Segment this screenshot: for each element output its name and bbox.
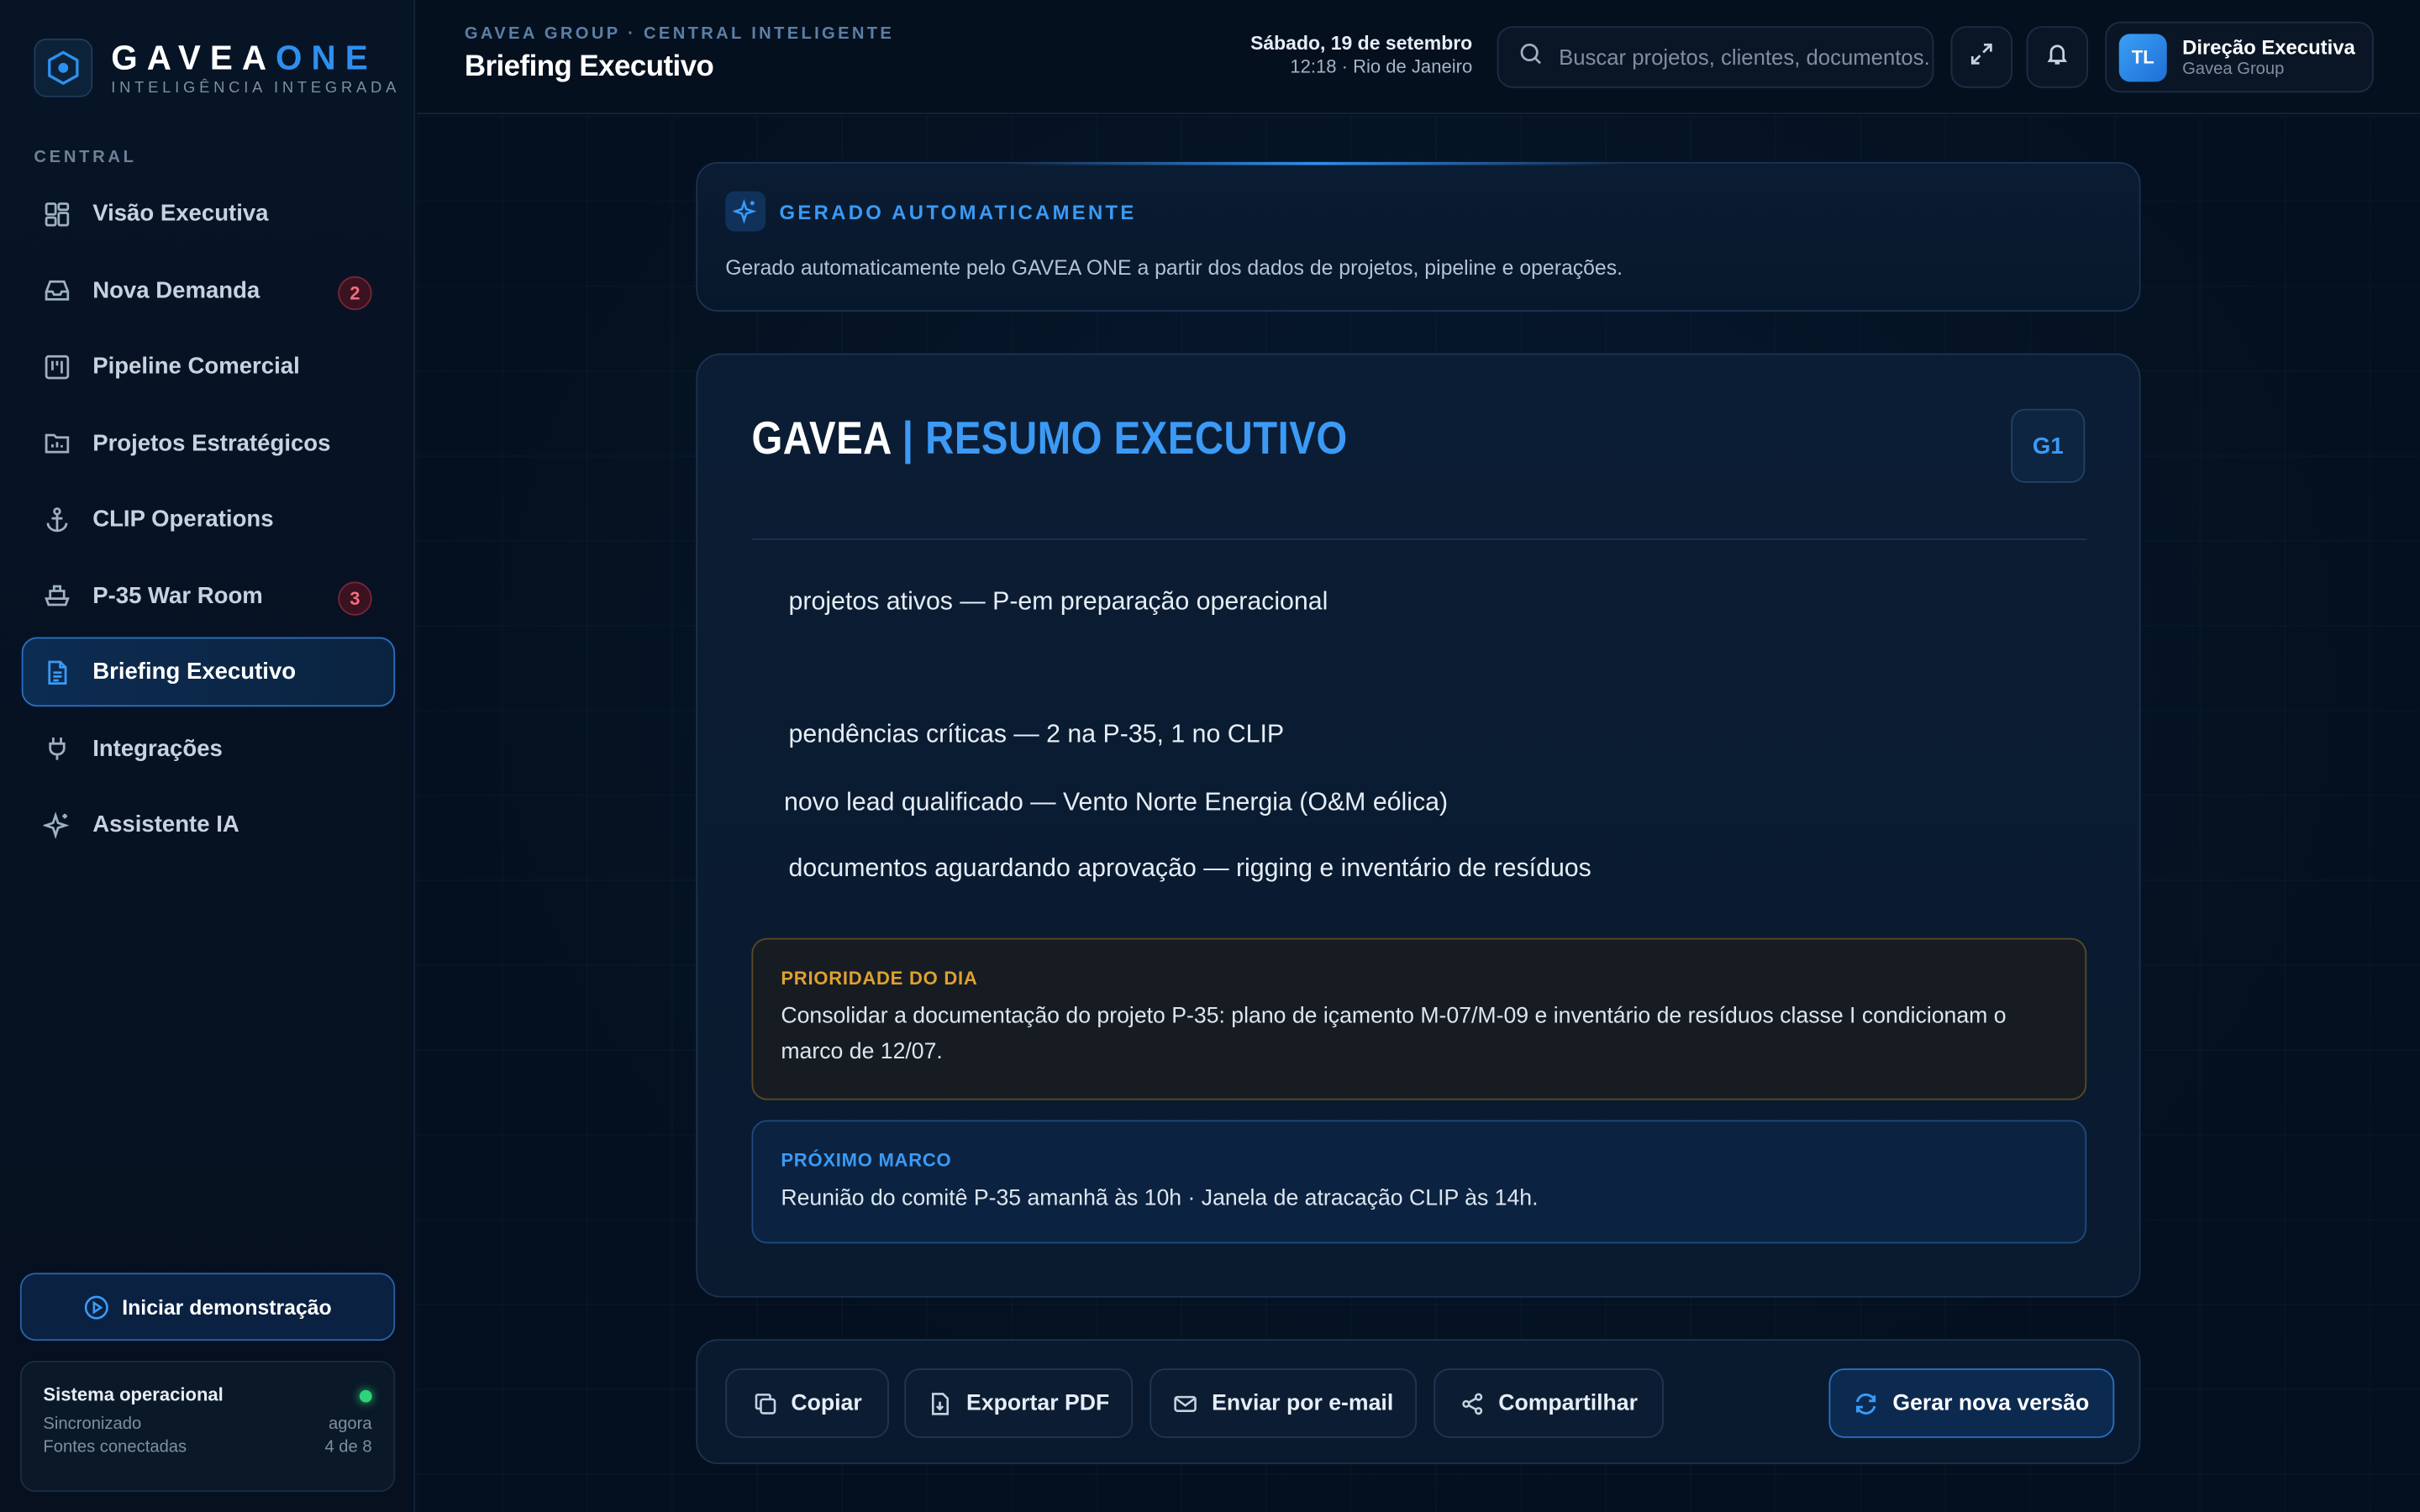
- start-demo-button[interactable]: Iniciar demonstração: [19, 1273, 396, 1341]
- auto-generated-banner: GERADO AUTOMATICAMENTE Gerado automatica…: [696, 161, 2141, 312]
- search-icon: [1518, 41, 1543, 74]
- share-button[interactable]: Compartilhar: [1434, 1368, 1664, 1438]
- folder-chart-icon: [42, 428, 73, 459]
- regenerate-button[interactable]: Gerar nova versão: [1828, 1368, 2115, 1438]
- priority-text: Consolidar a documentação do projeto P-3…: [781, 1004, 2007, 1065]
- sidebar-item-label: Nova Demanda: [92, 276, 260, 303]
- search-bar[interactable]: [1497, 26, 1934, 88]
- sidebar-item-visao-executiva[interactable]: Visão Executiva: [22, 179, 395, 249]
- kanban-icon: [42, 351, 73, 382]
- copy-button[interactable]: Copiar: [725, 1368, 889, 1438]
- sidebar-item-label: CLIP Operations: [92, 506, 274, 533]
- user-name: Direção Executiva: [2182, 35, 2355, 59]
- sidebar-item-pipeline-comercial[interactable]: Pipeline Comercial: [22, 332, 395, 402]
- sidebar: GAVEAONE INTELIGÊNCIA INTEGRADA CENTRAL …: [0, 0, 416, 1512]
- breadcrumb: GAVEA GROUP · CENTRAL INTELIGENTE: [464, 24, 895, 44]
- sidebar-item-label: Pipeline Comercial: [92, 353, 300, 380]
- top-header: GAVEA GROUP · CENTRAL INTELIGENTE Briefi…: [416, 0, 2420, 114]
- fullscreen-button[interactable]: [1950, 26, 2013, 88]
- current-time-location: 12:18 · Rio de Janeiro: [1290, 55, 1473, 77]
- notification-badge: 3: [338, 580, 372, 615]
- nav-section-label: CENTRAL: [34, 148, 137, 167]
- sidebar-item-nova-demanda[interactable]: Nova Demanda 2: [22, 255, 395, 325]
- sparkles-icon: [42, 809, 73, 840]
- sidebar-item-integracoes[interactable]: Integrações: [22, 713, 395, 783]
- hexagon-logo-icon: [34, 38, 93, 97]
- notifications-button[interactable]: [2026, 26, 2089, 88]
- sidebar-item-label: Visão Executiva: [92, 200, 269, 227]
- user-menu[interactable]: TL Direção Executiva Gavea Group: [2105, 21, 2374, 93]
- bell-icon: [2045, 41, 2070, 74]
- next-milestone-label: PRÓXIMO MARCO: [781, 1149, 952, 1172]
- sidebar-item-label: Assistente IA: [92, 811, 239, 838]
- next-milestone-text: Reunião do comitê P-35 amanhã às 10h · J…: [781, 1186, 1539, 1211]
- current-date: Sábado, 19 de setembro: [1250, 32, 1473, 55]
- system-status-card: Sistema operacional Sincronizado agora Fo…: [19, 1360, 396, 1493]
- auto-banner-title: GERADO AUTOMATICAMENTE: [779, 200, 1137, 224]
- sidebar-item-briefing-executivo[interactable]: Briefing Executivo: [21, 637, 396, 707]
- notification-badge: 2: [338, 275, 372, 310]
- search-input[interactable]: [1559, 45, 1929, 70]
- expand-icon: [1970, 41, 1994, 74]
- priority-of-day-box: PRIORIDADE DO DIA Consolidar a documenta…: [751, 937, 2087, 1100]
- grid-icon: [42, 198, 73, 229]
- status-row-sources: Fontes conectadas 4 de 8: [43, 1437, 372, 1457]
- sidebar-item-label: Projetos Estratégicos: [92, 429, 331, 456]
- brand-name: GAVEAONE: [111, 37, 377, 76]
- document-icon: [42, 657, 73, 688]
- anchor-icon: [42, 504, 73, 535]
- copy-icon: [752, 1391, 776, 1415]
- brand-subtitle: INTELIGÊNCIA INTEGRADA: [111, 79, 401, 97]
- next-milestone-box: PRÓXIMO MARCO Reunião do comitê P-35 ama…: [751, 1120, 2087, 1244]
- file-download-icon: [928, 1391, 952, 1415]
- sidebar-item-projetos-estrategicos[interactable]: Projetos Estratégicos: [22, 408, 395, 478]
- auto-banner-text: Gerado automaticamente pelo GAVEA ONE a …: [725, 255, 1623, 280]
- ship-icon: [42, 580, 73, 612]
- document-version-tag: G1: [2011, 408, 2086, 483]
- document-title: GAVEA | RESUMO EXECUTIVO: [751, 413, 1348, 465]
- priority-label: PRIORIDADE DO DIA: [781, 967, 978, 990]
- sidebar-item-label: P-35 War Room: [92, 582, 263, 609]
- summary-line: projetos ativos — P-em preparação operac…: [788, 587, 1328, 616]
- start-demo-label: Iniciar demonstração: [122, 1294, 332, 1319]
- date-time-display: Sábado, 19 de setembro 12:18 · Rio de Ja…: [1250, 33, 1472, 77]
- status-online-dot: [359, 1389, 372, 1403]
- avatar: TL: [2118, 33, 2167, 81]
- mail-icon: [1173, 1391, 1197, 1415]
- user-organization: Gavea Group: [2182, 60, 2285, 79]
- sidebar-nav: Visão Executiva Nova Demanda 2 Pipeline …: [21, 179, 396, 866]
- status-row-synced: Sincronizado agora: [43, 1415, 372, 1434]
- export-pdf-button[interactable]: Exportar PDF: [904, 1368, 1134, 1438]
- divider: [751, 538, 2087, 540]
- sparkles-icon: [725, 191, 766, 232]
- status-title: Sistema operacional: [43, 1383, 224, 1406]
- inbox-icon: [42, 275, 73, 306]
- sidebar-item-label: Briefing Executivo: [92, 659, 297, 685]
- summary-line: pendências críticas — 2 na P-35, 1 no CL…: [788, 720, 1285, 748]
- summary-line: novo lead qualificado — Vento Norte Ener…: [784, 788, 1449, 816]
- summary-line: documentos aguardando aprovação — riggin…: [788, 854, 1591, 883]
- send-email-button[interactable]: Enviar por e-mail: [1150, 1368, 1418, 1438]
- refresh-icon: [1854, 1391, 1878, 1415]
- sidebar-item-p35-war-room[interactable]: P-35 War Room 3: [22, 561, 395, 631]
- sidebar-item-assistente-ia[interactable]: Assistente IA: [22, 790, 395, 859]
- plug-icon: [42, 732, 73, 764]
- brand[interactable]: GAVEAONE INTELIGÊNCIA INTEGRADA: [34, 39, 400, 97]
- play-circle-icon: [83, 1294, 109, 1320]
- sidebar-item-label: Integrações: [92, 735, 223, 762]
- sidebar-item-clip-operations[interactable]: CLIP Operations: [22, 485, 395, 554]
- executive-summary-card: GAVEA | RESUMO EXECUTIVO G1 projetos ati…: [696, 353, 2141, 1298]
- page-title: Briefing Executivo: [464, 50, 714, 84]
- share-icon: [1460, 1391, 1484, 1415]
- document-actions-bar: Copiar Exportar PDF Enviar por e-mail Co…: [696, 1339, 2141, 1465]
